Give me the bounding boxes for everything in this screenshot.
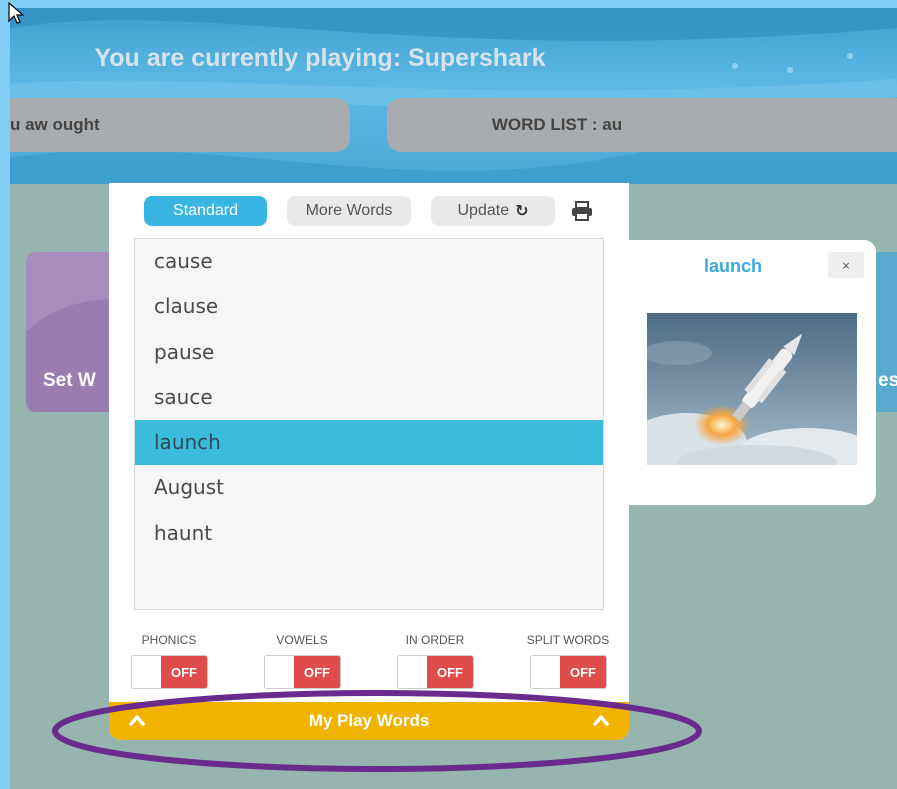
word-image-popup: launch × [628,240,876,505]
chevron-up-icon [593,715,609,726]
word-item-selected[interactable]: launch [135,420,603,466]
in-order-toggle-state: OFF [427,656,473,688]
phonics-toggle-state: OFF [161,656,207,688]
word-list: cause clause pause sauce launch August h… [134,238,604,610]
tab-standard[interactable]: Standard [144,196,267,226]
word-panel: Standard More Words Update ↻ cause claus… [109,183,629,740]
page-title: You are currently playing: Supershark [94,44,546,72]
word-list-pill[interactable]: WORD LIST : au [387,98,897,152]
phonics-set-pill[interactable]: u aw ought [10,98,350,152]
word-item[interactable]: pause [135,330,603,375]
phonics-label: PHONICS [141,633,197,647]
update-button[interactable]: Update ↻ [431,196,555,226]
print-icon[interactable] [571,201,593,221]
mouse-cursor-icon [8,2,24,24]
update-label: Update [457,202,510,219]
refresh-icon: ↻ [515,203,529,220]
split-words-toggle[interactable]: OFF [530,655,607,689]
word-item[interactable]: clause [135,284,603,329]
right-card-label: es [878,370,897,391]
header-banner: You are currently playing: Supershark u … [10,8,897,184]
split-words-label: SPLIT WORDS [526,633,610,647]
phonics-toggle[interactable]: OFF [131,655,208,689]
wave-background [10,8,897,184]
my-play-words-bar[interactable]: My Play Words [109,702,629,740]
word-list-label: WORD LIST : au [491,115,623,134]
vowels-toggle-state: OFF [294,656,340,688]
word-item[interactable]: sauce [135,375,603,420]
in-order-toggle[interactable]: OFF [397,655,474,689]
in-order-label: IN ORDER [405,633,465,647]
popup-title: launch [703,256,762,276]
tab-standard-label: Standard [173,202,238,219]
vowels-label: VOWELS [276,633,328,647]
word-item[interactable]: August [135,465,603,510]
word-item[interactable]: haunt [135,511,603,556]
phonics-set-label: u aw ought [10,115,100,134]
chevron-up-icon [129,715,145,726]
tab-more-words-label: More Words [305,202,393,219]
my-play-words-label: My Play Words [308,711,430,730]
word-item[interactable]: cause [135,239,603,284]
close-button[interactable]: × [828,252,864,278]
app-frame: You are currently playing: Supershark u … [10,8,897,789]
split-words-toggle-state: OFF [560,656,606,688]
set-words-label: Set W [43,370,96,391]
rocket-launch-image [647,313,857,465]
tab-more-words[interactable]: More Words [287,196,411,226]
vowels-toggle[interactable]: OFF [264,655,341,689]
